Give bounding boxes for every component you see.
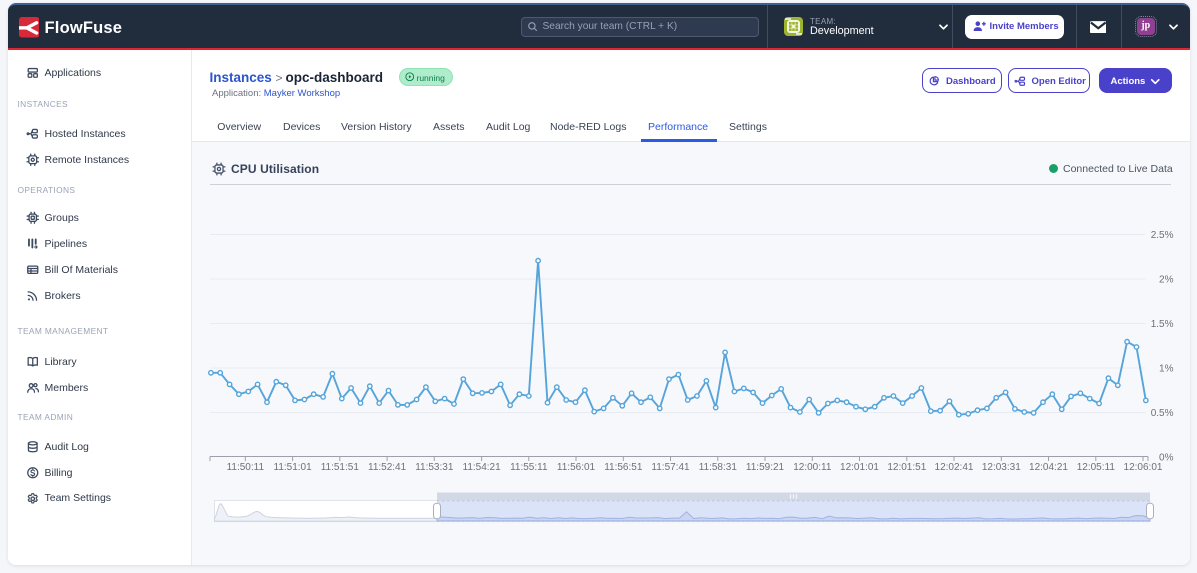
svg-text:12:04:21: 12:04:21 [1029,462,1068,473]
svg-text:12:05:11: 12:05:11 [1077,462,1116,473]
svg-text:11:58:31: 11:58:31 [699,462,738,473]
svg-text:2%: 2% [1159,275,1174,286]
svg-text:12:03:31: 12:03:31 [982,462,1021,473]
svg-text:12:00:11: 12:00:11 [793,462,832,473]
svg-text:11:56:01: 11:56:01 [557,462,596,473]
svg-text:11:50:11: 11:50:11 [227,462,265,473]
svg-text:2.5%: 2.5% [1151,230,1174,241]
svg-text:12:06:01: 12:06:01 [1124,462,1163,473]
svg-text:11:51:01: 11:51:01 [274,462,313,473]
svg-text:11:59:21: 11:59:21 [746,462,785,473]
svg-text:11:57:41: 11:57:41 [651,462,690,473]
svg-text:11:52:41: 11:52:41 [368,462,407,473]
svg-text:11:53:31: 11:53:31 [415,462,454,473]
svg-text:1.5%: 1.5% [1151,319,1174,330]
svg-text:11:56:51: 11:56:51 [604,462,643,473]
svg-text:12:01:51: 12:01:51 [887,462,926,473]
svg-text:0.5%: 0.5% [1151,408,1174,419]
svg-text:12:01:01: 12:01:01 [840,462,879,473]
svg-text:11:55:11: 11:55:11 [510,462,548,473]
svg-text:1%: 1% [1159,364,1174,375]
svg-text:11:54:21: 11:54:21 [463,462,502,473]
svg-text:12:02:41: 12:02:41 [935,462,974,473]
svg-text:11:51:51: 11:51:51 [321,462,360,473]
